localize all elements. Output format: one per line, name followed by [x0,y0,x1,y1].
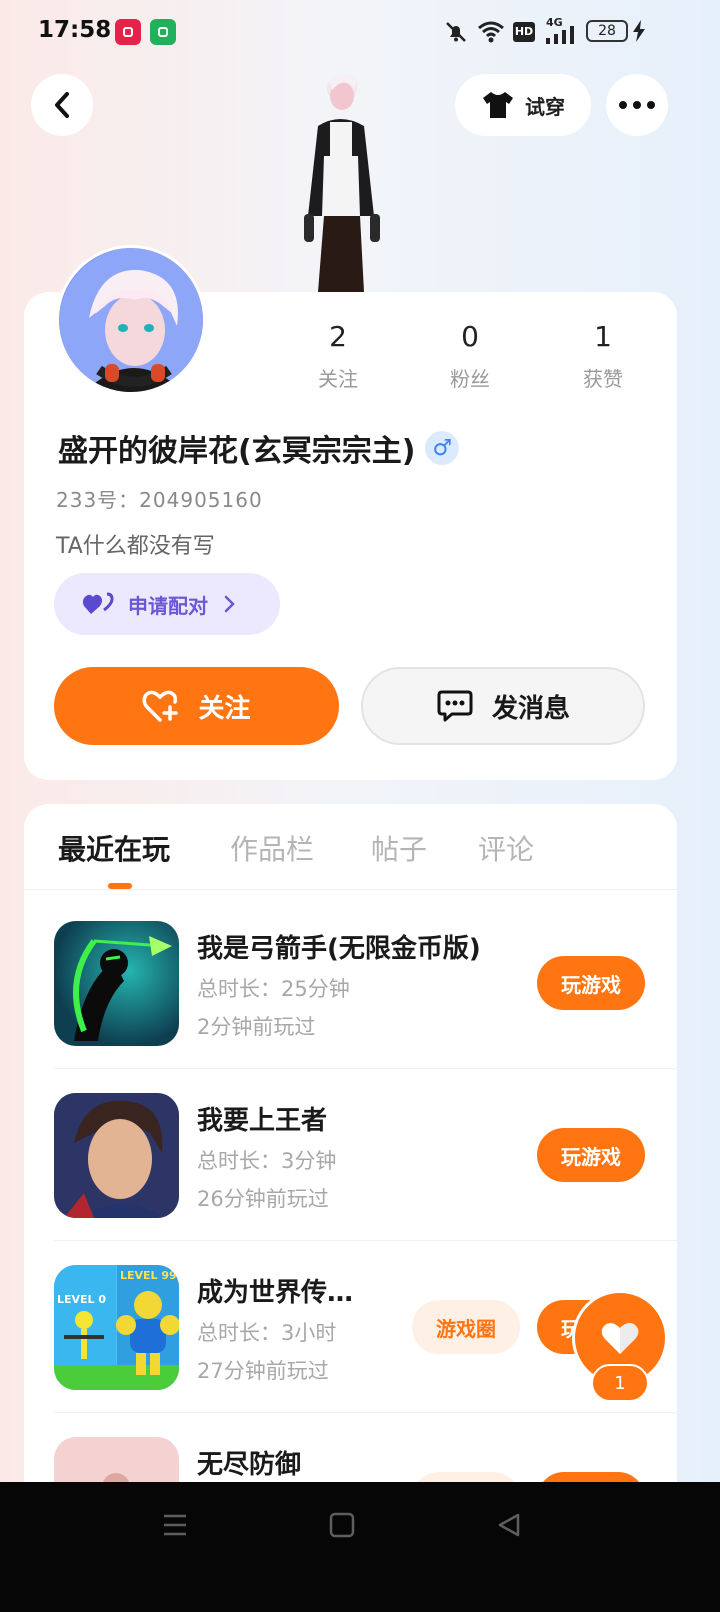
character-figure [304,73,380,292]
divider [54,1412,677,1413]
more-dot-icon [647,101,655,109]
wifi-icon [478,21,504,43]
game-title[interactable]: 无尽防御 [197,1444,301,1481]
user-bio: TA什么都没有写 [56,534,215,559]
more-button[interactable] [606,74,668,136]
game-circle-button[interactable]: 游戏圈 [412,1300,520,1354]
more-dot-icon [633,101,641,109]
male-gender-icon: ♂ [425,431,460,465]
tshirt-icon [483,92,513,118]
game-duration: 总时长：3分钟 [197,1149,337,1173]
game-title[interactable]: 我是弓箭手(无限金币版) [197,928,481,965]
username-text: 盛开的彼岸花(玄冥宗宗主) [58,434,416,469]
tab-posts[interactable]: 帖子 [371,828,427,868]
stat-label: 获赞 [583,367,623,391]
chevron-left-icon [55,92,69,118]
home-square-icon[interactable] [329,1512,355,1538]
stat-likes[interactable]: 1 获赞 [563,320,643,392]
archer-game-icon [73,936,172,1041]
portrait-game-icon [54,1093,179,1218]
stat-followers[interactable]: 0 粉丝 [430,320,510,392]
stat-value: 0 [461,320,479,353]
follow-button[interactable]: 关注 [54,667,339,745]
mute-bell-icon [446,22,466,42]
game-duration: 总时长：3小时 [197,1321,337,1345]
floating-like-count: 1 [591,1364,649,1402]
back-button[interactable] [31,74,93,136]
avatar[interactable] [56,245,206,395]
status-time: 17:58 [38,17,112,43]
avatar-image [59,248,203,392]
username: 盛开的彼岸花(玄冥宗宗主) ♂ [58,426,460,470]
more-dot-icon [619,101,627,109]
stat-value: 1 [594,320,612,353]
charging-bolt-icon [633,20,645,42]
chevron-right-icon [224,595,235,613]
game-icon-archer[interactable] [54,921,179,1046]
tab-works[interactable]: 作品栏 [230,828,314,868]
try-on-label: 试穿 [525,94,565,119]
request-pair-button[interactable]: 申请配对 [54,573,280,635]
level-zero-text: LEVEL 0 [57,1293,106,1306]
level-max-text: LEVEL 999 [120,1269,179,1282]
chat-bubble-icon [437,690,473,722]
game-duration: 总时长：25分钟 [197,977,350,1001]
heart-add-icon [142,690,179,722]
divider [54,1068,677,1069]
battery-indicator: 28 [586,20,628,42]
stat-label: 关注 [318,367,358,391]
stat-value: 2 [329,320,347,353]
signal-icon [546,26,574,44]
tab-recently-played[interactable]: 最近在玩 [58,828,170,868]
game-icon-legend[interactable]: LEVEL 0 LEVEL 999 [54,1265,179,1390]
video-app-icon [115,19,141,45]
stat-following[interactable]: 2 关注 [298,320,378,392]
game-last-played: 27分钟前玩过 [197,1359,329,1383]
level-game-icon: LEVEL 0 LEVEL 999 [54,1265,179,1390]
menu-icon[interactable] [162,1512,188,1538]
store-app-icon [150,19,176,45]
follow-label: 关注 [198,693,251,724]
game-last-played: 26分钟前玩过 [197,1187,329,1211]
tab-comments[interactable]: 评论 [478,828,534,868]
system-nav-bar [0,1482,720,1612]
game-last-played: 2分钟前玩过 [197,1015,316,1039]
send-message-button[interactable]: 发消息 [361,667,645,745]
divider [54,1240,677,1241]
hd-badge: HD [513,22,535,42]
stat-label: 粉丝 [450,367,490,391]
game-title[interactable]: 我要上王者 [197,1100,327,1137]
send-message-label: 发消息 [491,693,570,724]
heart-icon [601,1322,639,1354]
user-id: 233号：204905160 [56,488,263,512]
divider [24,889,677,890]
back-triangle-icon[interactable] [496,1512,522,1538]
double-heart-icon [82,592,114,614]
play-game-button[interactable]: 玩游戏 [537,956,645,1010]
play-game-button[interactable]: 玩游戏 [537,1128,645,1182]
game-title[interactable]: 成为世界传… [197,1272,353,1309]
request-pair-label: 申请配对 [128,593,208,618]
try-on-button[interactable]: 试穿 [455,74,591,136]
status-bar: 17:58 HD 4G 28 [0,0,720,64]
game-icon-king[interactable] [54,1093,179,1218]
